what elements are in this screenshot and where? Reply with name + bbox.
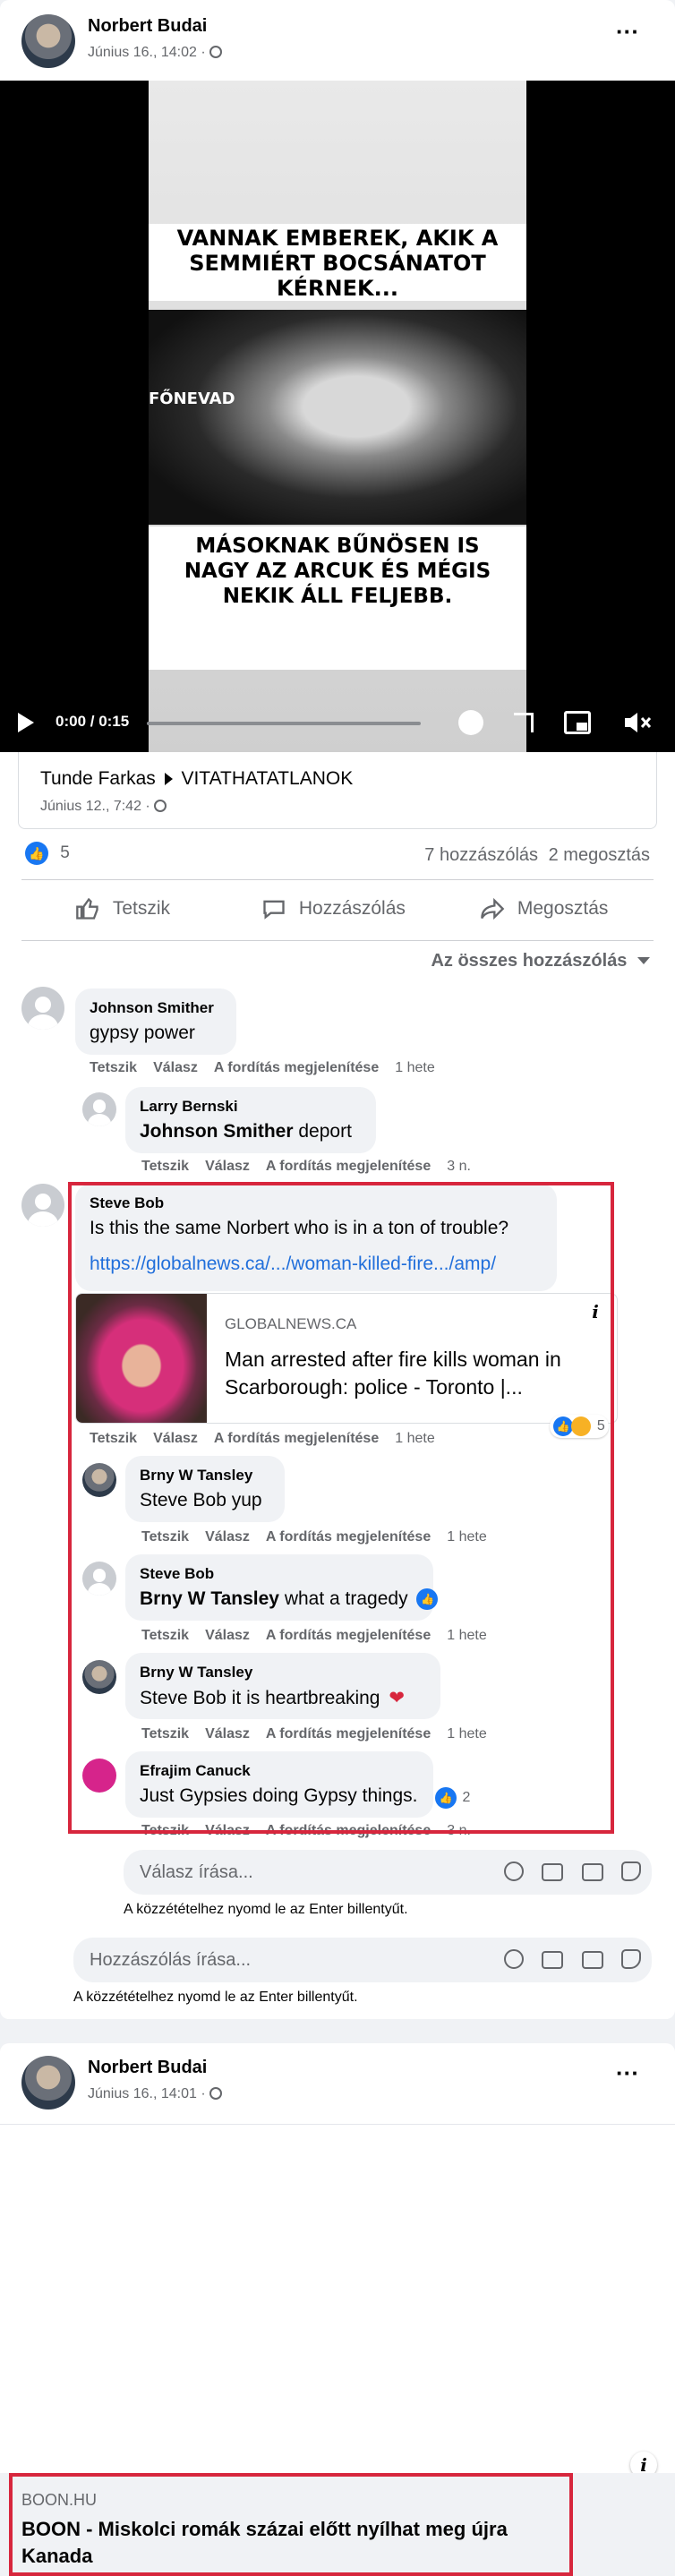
commenter-avatar[interactable] — [21, 1184, 64, 1227]
translate-button[interactable]: A fordítás megjelenítése — [266, 1159, 431, 1174]
sticker-icon[interactable] — [621, 1861, 641, 1881]
reaction-summary[interactable]: 👍 5 — [25, 842, 70, 865]
highlight-box — [9, 2473, 573, 2576]
comment-text: Johnson Smither deport — [140, 1121, 352, 1143]
emoji-icon[interactable] — [503, 1861, 524, 1881]
author-name[interactable]: Norbert Budai — [88, 16, 207, 37]
mute-icon[interactable] — [623, 711, 654, 734]
settings-icon[interactable] — [458, 710, 483, 735]
mention-link[interactable]: Johnson Smither — [140, 1121, 294, 1142]
input-icons — [490, 1949, 641, 1973]
emoji-icon[interactable] — [503, 1949, 524, 1969]
video-bottom-caption: MÁSOKNAK BŰNÖSEN IS NAGY AZ ARCUK ÉS MÉG… — [149, 526, 526, 670]
comment-author[interactable]: Larry Bernski — [140, 1098, 238, 1116]
comment-author[interactable]: Johnson Smither — [90, 999, 214, 1017]
sticker-icon[interactable] — [621, 1949, 641, 1969]
comment-text: gypsy power — [90, 1023, 195, 1043]
comment-input[interactable]: Hozzászólás írása... — [73, 1938, 652, 1982]
shares-count[interactable]: 2 megosztás — [549, 845, 650, 865]
shared-from-line: Tunde Farkas VITATHATATLANOK — [40, 768, 353, 790]
globe-icon — [209, 2087, 223, 2100]
divider — [21, 940, 654, 941]
author-avatar[interactable] — [21, 14, 75, 68]
likes-count: 5 — [60, 843, 70, 862]
comment-filter-label: Az összes hozzászólás — [431, 951, 628, 971]
post-date[interactable]: Június 16., 14:01 · — [88, 2086, 223, 2102]
comment-body: deport — [293, 1121, 352, 1142]
video-progress-bar[interactable] — [147, 722, 421, 725]
commenter-avatar[interactable] — [82, 1092, 116, 1126]
engagement-stats: 7 hozzászólás 2 megosztás — [424, 845, 650, 866]
input-icons — [490, 1861, 641, 1886]
comment-icon — [263, 900, 285, 920]
post-card-2: Norbert Budai Június 16., 14:01 · ··· i … — [0, 2043, 675, 2576]
camera-icon[interactable] — [542, 1863, 564, 1881]
more-options-icon[interactable]: ··· — [616, 2059, 639, 2087]
comment-filter[interactable]: Az összes hozzászólás — [431, 951, 650, 971]
camera-icon[interactable] — [542, 1951, 564, 1969]
reply-button[interactable]: Válasz — [153, 1060, 198, 1075]
gif-icon[interactable] — [581, 1951, 603, 1969]
link-image-placeholder[interactable] — [0, 2124, 675, 2460]
comment-bubble: Johnson Smither gypsy power — [75, 988, 236, 1055]
video-top-caption: VANNAK EMBEREK, AKIK A SEMMIÉRT BOCSÁNAT… — [149, 224, 526, 301]
comment-bubble: Larry Bernski Johnson Smither deport — [125, 1087, 376, 1153]
post-card-1: Norbert Budai Június 16., 14:02 · ··· VA… — [0, 0, 675, 2019]
comments-count[interactable]: 7 hozzászólás — [424, 845, 538, 865]
post-date-text: Június 16., 14:02 · — [88, 45, 206, 60]
highlight-box — [68, 1182, 614, 1834]
comment-label: Hozzászólás — [298, 898, 406, 919]
author-avatar[interactable] — [21, 2056, 75, 2110]
comment-placeholder: Hozzászólás írása... — [90, 1950, 252, 1970]
video-frame: VANNAK EMBEREK, AKIK A SEMMIÉRT BOCSÁNAT… — [149, 81, 526, 752]
shared-from-group[interactable]: VITATHATATLANOK — [181, 768, 353, 789]
shared-from-user[interactable]: Tunde Farkas — [40, 768, 156, 789]
like-comment-button[interactable]: Tetszik — [90, 1060, 137, 1075]
like-button[interactable]: Tetszik — [75, 896, 170, 921]
share-button[interactable]: Megosztás — [480, 896, 608, 921]
reply-placeholder: Válasz írása... — [140, 1862, 253, 1882]
reply-hint: A közzétételhez nyomd le az Enter billen… — [124, 1902, 408, 1917]
video-time: 0:00 / 0:15 — [56, 713, 130, 730]
more-options-icon[interactable]: ··· — [616, 18, 639, 46]
globe-icon — [209, 46, 223, 58]
comment-time[interactable]: 3 n. — [447, 1159, 471, 1174]
pip-icon[interactable] — [564, 711, 591, 734]
play-icon[interactable] — [18, 713, 34, 732]
chevron-down-icon — [637, 957, 650, 964]
like-label: Tetszik — [112, 898, 171, 919]
gif-icon[interactable] — [581, 1863, 603, 1881]
comment-hint: A közzétételhez nyomd le az Enter billen… — [73, 1990, 358, 2005]
post-date-text: Június 16., 14:01 · — [88, 2086, 206, 2101]
video-watermark: FŐNEVAD — [149, 389, 235, 408]
globe-icon — [154, 800, 167, 812]
author-name[interactable]: Norbert Budai — [88, 2058, 207, 2078]
shared-from-box[interactable]: Tunde Farkas VITATHATATLANOK Június 12.,… — [18, 752, 657, 829]
shared-date-text: Június 12., 7:42 · — [40, 799, 150, 814]
reply-button[interactable]: Válasz — [205, 1159, 250, 1174]
comment-time[interactable]: 1 hete — [395, 1060, 434, 1075]
shared-from-date[interactable]: Június 12., 7:42 · — [40, 799, 167, 815]
caret-right-icon — [164, 773, 173, 785]
like-comment-button[interactable]: Tetszik — [141, 1159, 189, 1174]
divider — [21, 879, 654, 880]
share-label: Megosztás — [517, 898, 609, 919]
reply-input[interactable]: Válasz írása... — [124, 1850, 652, 1895]
comment-actions: Tetszik Válasz A fordítás megjelenítése 3 n… — [141, 1159, 487, 1175]
comment-actions: Tetszik Válasz A fordítás megjelenítése 1 h… — [90, 1060, 451, 1076]
fullscreen-icon[interactable] — [514, 713, 534, 732]
post-date[interactable]: Június 16., 14:02 · — [88, 45, 223, 61]
video-top-text: VANNAK EMBEREK, AKIK A SEMMIÉRT BOCSÁNAT… — [176, 226, 499, 301]
commenter-avatar[interactable] — [21, 987, 64, 1030]
like-reaction-icon: 👍 — [25, 842, 48, 865]
translate-button[interactable]: A fordítás megjelenítése — [214, 1060, 379, 1075]
thumbs-up-icon — [76, 897, 98, 920]
comment-button[interactable]: Hozzászólás — [261, 896, 406, 921]
video-face-image — [149, 310, 526, 525]
video-bottom-text: MÁSOKNAK BŰNÖSEN IS NAGY AZ ARCUK ÉS MÉG… — [184, 535, 491, 608]
video-player[interactable]: VANNAK EMBEREK, AKIK A SEMMIÉRT BOCSÁNAT… — [0, 81, 675, 752]
share-icon — [481, 897, 505, 920]
